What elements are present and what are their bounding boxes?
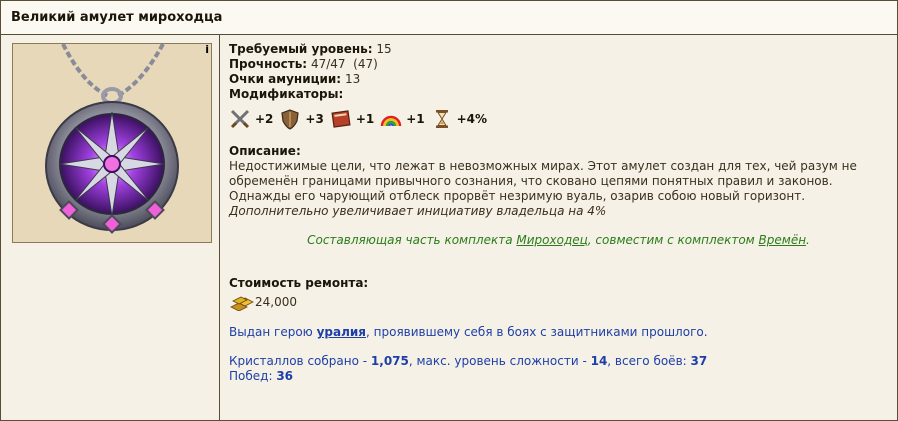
knowledge-icon [330,108,352,130]
required-level: Требуемый уровень: 15 [229,42,392,56]
modifier-value: +2 [255,111,274,126]
item-card: Великий амулет мироходца i Требуемый уро… [0,0,898,421]
repair-heading: Стоимость ремонта: [229,276,369,290]
modifier-value: +1 [406,111,425,126]
modifier-value: +4% [456,111,488,126]
repair-cost-value: 24,000 [255,294,297,309]
defense-icon [279,108,301,130]
amulet-image: i [12,43,212,243]
gold-icon [230,296,254,311]
modifiers-heading: Модификаторы: [229,87,344,101]
luck-icon [380,108,402,130]
stats-info: Кристаллов собрано - 1,075, макс. уровен… [229,354,888,384]
title-bar: Великий амулет мироходца [1,1,897,35]
image-column: i [1,35,220,420]
compatible-set-link[interactable]: Времён [759,233,807,247]
ammo-points: Очки амуниции: 13 [229,72,361,86]
modifier-value: +3 [305,111,324,126]
set-info: Составляющая часть комплекта Мироходец, … [307,233,810,247]
hero-info: Выдан герою уралия, проявившему себя в б… [229,325,708,339]
description-extra: Дополнительно увеличивает инициативу вла… [229,204,607,218]
modifier-value: +1 [355,111,375,126]
description-heading: Описание: [229,144,301,158]
info-icon[interactable]: i [205,44,209,55]
attack-icon [229,108,251,130]
card-body: i Требуемый уровень: 15 Прочность: 47/47… [1,35,897,420]
details-column: Требуемый уровень: 15 Прочность: 47/47 (… [220,35,897,420]
repair-cost: 24,000 [229,293,888,311]
amulet-icon [13,44,211,242]
wins-line: Побед: 36 [229,369,294,383]
hero-link[interactable]: уралия [317,325,366,339]
description-text: Недостижимые цели, что лежат в невозможн… [229,159,857,203]
initiative-icon [431,108,453,130]
item-title: Великий амулет мироходца [11,10,223,25]
durability: Прочность: 47/47 (47) [229,57,378,71]
set-link[interactable]: Мироходец [516,233,587,247]
modifiers-list: +2 +3 +1 +1 +4% [229,106,888,132]
stats-line: Кристаллов собрано - 1,075, макс. уровен… [229,354,708,368]
